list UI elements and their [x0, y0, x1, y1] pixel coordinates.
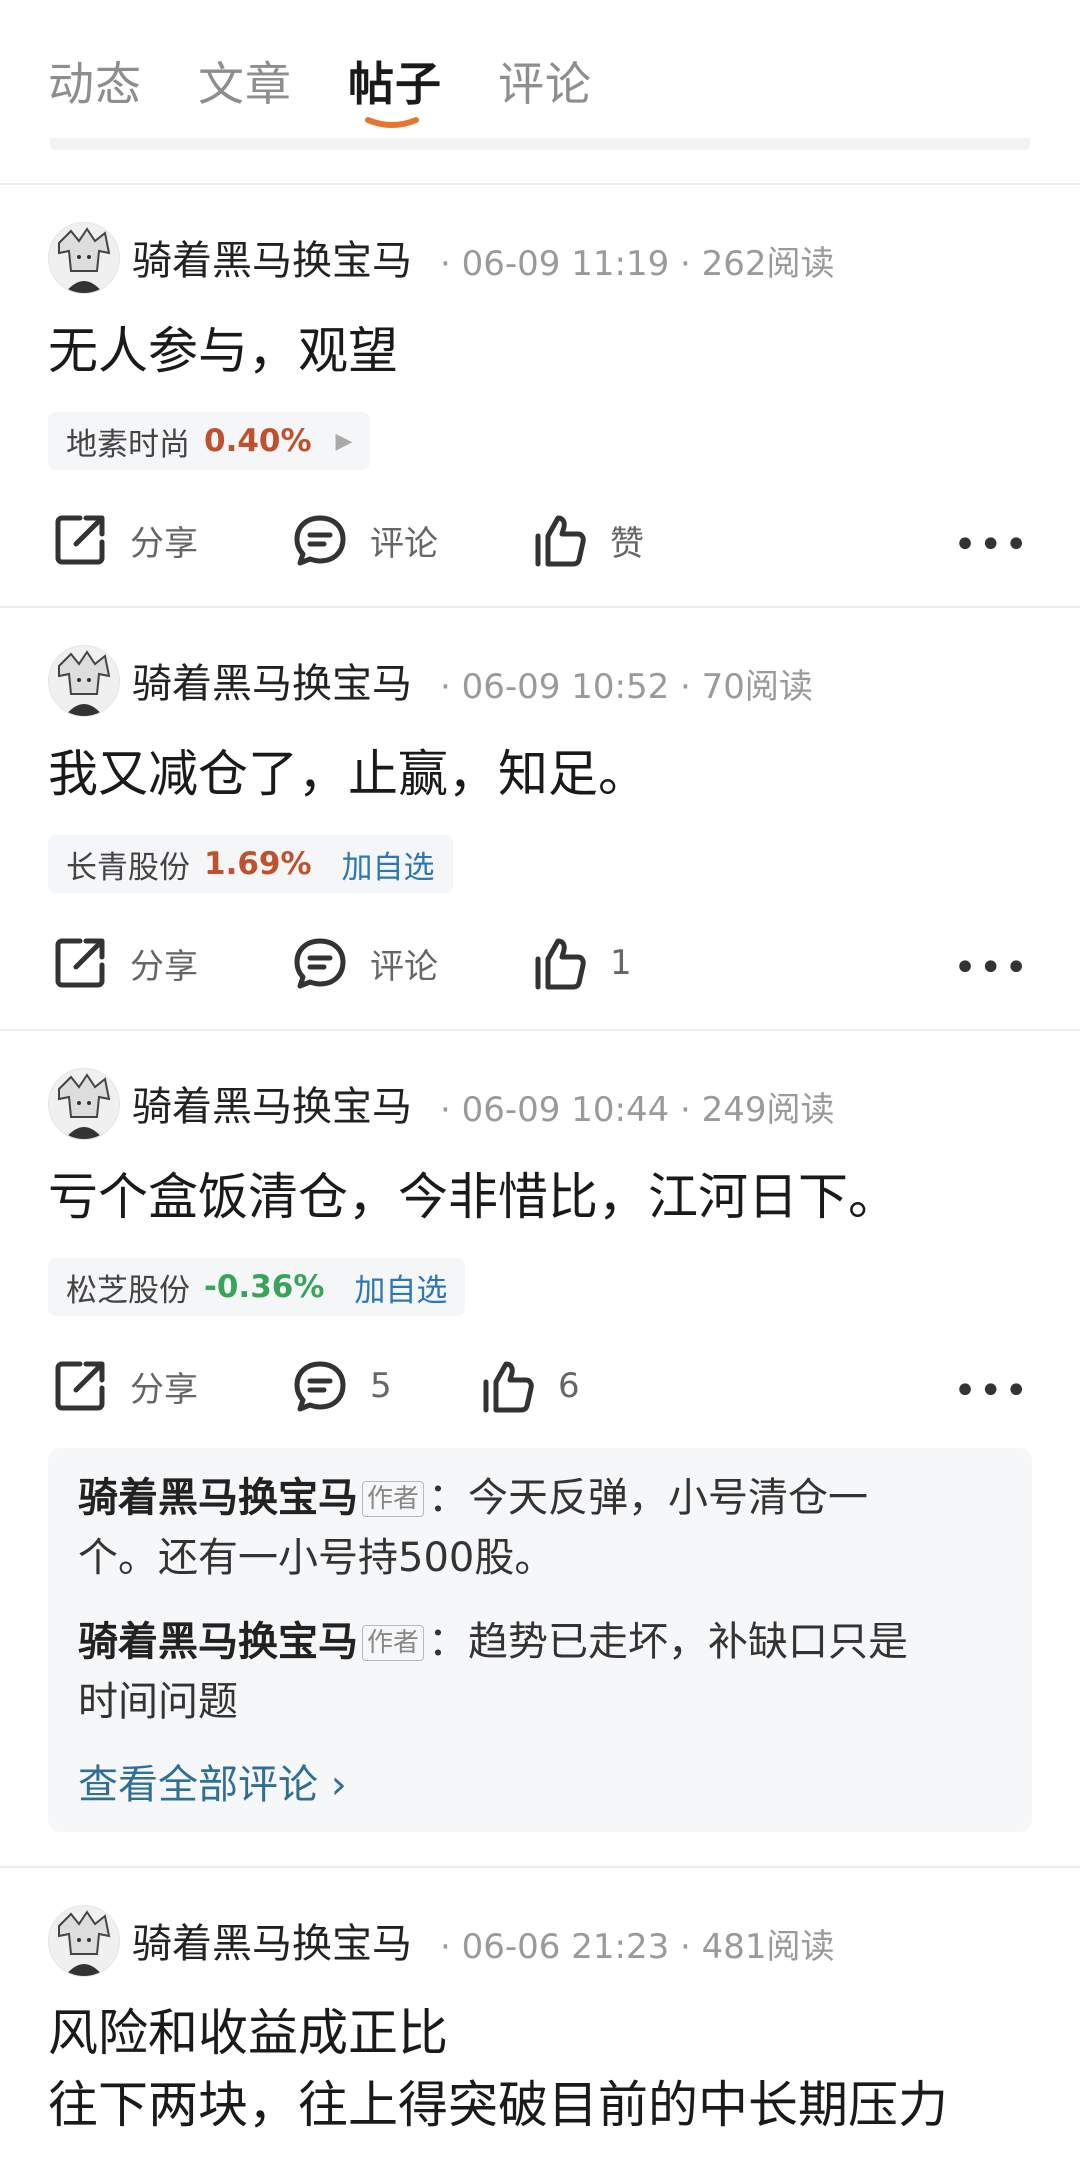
avatar-image-icon — [58, 227, 111, 293]
avatar-image-icon — [58, 650, 111, 716]
post-content[interactable]: 往下两块，往上得突破目前的中长期压力 — [48, 2070, 1038, 2140]
comments-preview: 骑着黑马换宝马 作者 ：今天反弹，小号清仓一 个。还有一小号持500股。 骑着黑马换… — [48, 1448, 1032, 1832]
comment-count: 5 — [370, 1366, 392, 1406]
author-tag: 作者 — [362, 1625, 425, 1661]
post-content[interactable]: 风险和收益成正比 — [48, 1998, 1038, 2068]
share-button[interactable]: 分享 — [52, 1346, 198, 1426]
like-button[interactable]: 6 — [480, 1346, 580, 1426]
stock-name: 地素时尚 — [66, 426, 190, 463]
more-options-icon[interactable]: ••• — [953, 945, 1030, 991]
post-meta: · 06-09 10:44 · 249阅读 — [440, 1090, 835, 1130]
post-meta: · 06-09 11:19 · 262阅读 — [440, 244, 835, 284]
post-actions: 分享 评论 赞 ••• — [0, 500, 1080, 580]
post-meta: · 06-09 10:52 · 70阅读 — [440, 667, 813, 707]
avatar[interactable] — [48, 645, 120, 717]
stock-change: -0.36% — [204, 1269, 325, 1305]
divider — [0, 1029, 1080, 1031]
post-actions: 分享 评论 1 ••• — [0, 923, 1080, 1003]
stock-name: 松芝股份 — [66, 1272, 190, 1309]
divider — [0, 606, 1080, 608]
author-name[interactable]: 骑着黑马换宝马 — [132, 1911, 412, 1969]
tab-posts[interactable]: 帖子 — [348, 48, 442, 114]
tab-comments[interactable]: 评论 — [498, 48, 592, 114]
share-icon — [55, 938, 105, 988]
stock-change: 1.69% — [204, 846, 312, 882]
post-actions: 分享 5 6 ••• — [0, 1346, 1080, 1426]
view-all-comments-link[interactable]: 查看全部评论 › — [78, 1752, 347, 1810]
author-name[interactable]: 骑着黑马换宝马 — [132, 1074, 412, 1132]
share-button[interactable]: 分享 — [52, 500, 198, 580]
active-tab-indicator — [365, 117, 419, 128]
comment-icon — [294, 938, 346, 989]
stock-chip[interactable]: 地素时尚 0.40% ▶ — [48, 412, 371, 470]
like-button[interactable]: 1 — [532, 923, 632, 1003]
avatar-image-icon — [58, 1910, 111, 1976]
more-options-icon[interactable]: ••• — [953, 522, 1030, 568]
comment-author: 骑着黑马换宝马 — [78, 1619, 358, 1665]
stock-chip[interactable]: 长青股份 1.69% 加自选 — [48, 835, 453, 893]
comment-label: 评论 — [370, 946, 438, 987]
comment-label: 评论 — [370, 523, 438, 564]
comment-button[interactable]: 评论 — [292, 500, 438, 580]
add-watchlist-button[interactable]: 加自选 — [342, 842, 435, 887]
comment-button[interactable]: 评论 — [292, 923, 438, 1003]
like-count: 6 — [558, 1366, 580, 1406]
share-label: 分享 — [130, 523, 198, 564]
comment-text-cont: 个。还有一小号持500股。 — [78, 1535, 555, 1581]
share-label: 分享 — [130, 1369, 198, 1410]
tab-dynamics[interactable]: 动态 — [48, 48, 142, 114]
post-content[interactable]: 无人参与，观望 — [48, 316, 1038, 386]
tab-bar: 动态 文章 帖子 评论 — [0, 0, 1080, 150]
more-options-icon[interactable]: ••• — [953, 1368, 1030, 1414]
stock-chip[interactable]: 松芝股份 -0.36% 加自选 — [48, 1258, 466, 1316]
avatar[interactable] — [48, 1905, 120, 1977]
play-arrow-icon: ▶ — [335, 428, 353, 454]
thumbs-up-icon — [535, 938, 586, 990]
stock-name: 长青股份 — [66, 849, 190, 886]
like-count: 1 — [610, 943, 632, 983]
comment-text: ：今天反弹，小号清仓一 — [428, 1475, 869, 1521]
share-label: 分享 — [130, 946, 198, 987]
share-button[interactable]: 分享 — [52, 923, 198, 1003]
post-content[interactable]: 我又减仓了，止赢，知足。 — [48, 739, 1038, 809]
author-name[interactable]: 骑着黑马换宝马 — [132, 228, 412, 286]
comment-icon — [294, 1361, 346, 1412]
tab-articles[interactable]: 文章 — [198, 48, 292, 114]
share-icon — [55, 515, 105, 565]
comment-icon — [294, 515, 346, 566]
comment-item[interactable]: 骑着黑马换宝马 作者 ：今天反弹，小号清仓一 个。还有一小号持500股。 — [78, 1468, 998, 1588]
stock-change: 0.40% — [204, 423, 312, 459]
divider — [0, 1866, 1080, 1868]
avatar[interactable] — [48, 1068, 120, 1140]
avatar-image-icon — [58, 1073, 111, 1139]
post-meta: · 06-06 21:23 · 481阅读 — [440, 1927, 835, 1967]
comment-text-cont: 时间问题 — [78, 1679, 238, 1725]
comment-text: ：趋势已走坏，补缺口只是 — [428, 1619, 909, 1665]
author-tag: 作者 — [362, 1481, 425, 1517]
divider — [0, 183, 1080, 185]
thumbs-up-icon — [535, 515, 586, 567]
like-label: 赞 — [610, 523, 644, 564]
like-button[interactable]: 赞 — [532, 500, 644, 580]
thumbs-up-icon — [483, 1361, 534, 1413]
comment-author: 骑着黑马换宝马 — [78, 1475, 358, 1521]
add-watchlist-button[interactable]: 加自选 — [354, 1265, 447, 1310]
post-content[interactable]: 亏个盒饭清仓，今非惜比，江河日下。 — [48, 1162, 1038, 1232]
comment-button[interactable]: 5 — [292, 1346, 392, 1426]
author-name[interactable]: 骑着黑马换宝马 — [132, 651, 412, 709]
comment-item[interactable]: 骑着黑马换宝马 作者 ：趋势已走坏，补缺口只是 时间问题 — [78, 1612, 998, 1732]
avatar[interactable] — [48, 222, 120, 294]
tab-divider — [50, 138, 1030, 150]
share-icon — [55, 1361, 105, 1411]
